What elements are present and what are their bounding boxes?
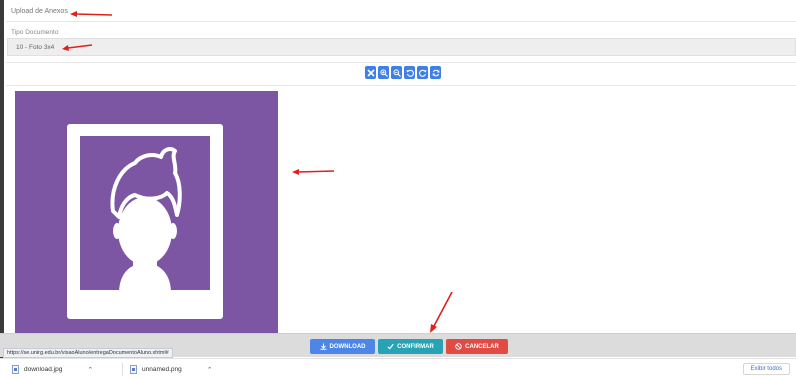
annotation-arrow bbox=[70, 11, 112, 17]
status-bar-url: https://se.unirg.edu.br/visaoAluno/entre… bbox=[3, 348, 173, 358]
download-item-name: download.jpg bbox=[24, 366, 63, 373]
cancel-icon bbox=[455, 343, 462, 350]
zoom-in-icon[interactable] bbox=[378, 66, 389, 79]
rotate-right-icon[interactable] bbox=[417, 66, 428, 79]
section-divider bbox=[6, 21, 796, 22]
rotate-left-icon[interactable] bbox=[404, 66, 415, 79]
avatar-placeholder-icon bbox=[67, 124, 223, 319]
annotation-arrow bbox=[62, 44, 92, 51]
cancel-label: CANCELAR bbox=[465, 343, 499, 350]
document-type-select[interactable]: 10 - Foto 3x4 bbox=[7, 38, 796, 56]
section-title: Upload de Anexos bbox=[11, 8, 68, 15]
downloads-bar: download.jpg ⌃ unnamed.png ⌃ Exibir todo… bbox=[0, 358, 796, 379]
annotation-arrow bbox=[430, 291, 453, 333]
download-icon bbox=[320, 343, 326, 350]
image-file-icon bbox=[12, 365, 19, 374]
toolbar-divider-bottom bbox=[6, 85, 796, 86]
check-icon bbox=[387, 343, 394, 350]
reset-icon[interactable] bbox=[430, 66, 441, 79]
photo-preview[interactable] bbox=[15, 91, 278, 333]
close-icon[interactable] bbox=[365, 66, 376, 79]
download-label: DOWNLOAD bbox=[329, 343, 366, 350]
downloads-divider bbox=[122, 363, 123, 376]
toolbar-divider-top bbox=[6, 62, 796, 63]
annotation-arrow bbox=[292, 169, 334, 175]
page-left-border bbox=[0, 0, 4, 358]
download-item[interactable]: unnamed.png ⌃ bbox=[130, 365, 213, 374]
document-type-value: 10 - Foto 3x4 bbox=[16, 44, 55, 51]
zoom-out-icon[interactable] bbox=[391, 66, 402, 79]
chevron-up-icon[interactable]: ⌃ bbox=[207, 366, 213, 374]
confirm-label: CONFIRMAR bbox=[397, 343, 434, 350]
image-file-icon bbox=[130, 365, 137, 374]
document-type-label: Tipo Documento bbox=[11, 29, 59, 36]
cancel-button[interactable]: CANCELAR bbox=[446, 339, 508, 354]
show-all-downloads-button[interactable]: Exibir todos bbox=[742, 363, 790, 375]
download-item[interactable]: download.jpg ⌃ bbox=[12, 365, 93, 374]
download-item-name: unnamed.png bbox=[142, 366, 182, 373]
confirm-button[interactable]: CONFIRMAR bbox=[378, 339, 443, 354]
download-button[interactable]: DOWNLOAD bbox=[310, 339, 375, 354]
image-editor-toolbar bbox=[365, 66, 441, 80]
chevron-up-icon[interactable]: ⌃ bbox=[87, 366, 93, 374]
